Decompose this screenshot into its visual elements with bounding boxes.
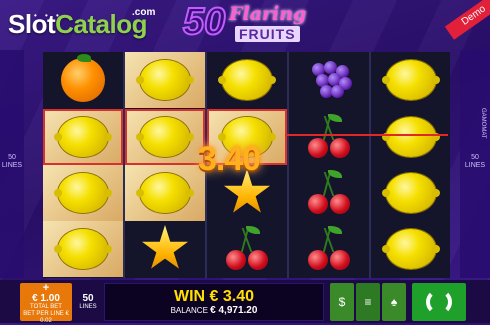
- win-balance-panel: WIN € 3.40 BALANCE € 4,971.20: [104, 283, 324, 321]
- cherry-icon: [306, 170, 352, 216]
- title-word-flaring: Flaring: [229, 3, 307, 25]
- cell-r1-c1: [43, 52, 123, 108]
- reel-5: [371, 52, 450, 278]
- grapes-icon: [306, 57, 352, 103]
- right-lines-label: LINES: [464, 162, 486, 169]
- cell-r2-c4: [289, 109, 369, 165]
- right-lines-number: 50: [471, 154, 479, 161]
- title-word-fruits: FRUITS: [235, 26, 300, 42]
- lines-display: 50 LINES: [76, 283, 100, 321]
- cell-r2-c2: [125, 109, 205, 165]
- win-display: WIN € 3.40: [173, 288, 255, 305]
- reel-2: [125, 52, 205, 278]
- lemon-icon: [218, 60, 276, 100]
- right-lines-panel: GAMOMAT 50 LINES: [460, 50, 490, 278]
- lemon-icon: [54, 173, 112, 213]
- spin-button[interactable]: [412, 283, 466, 321]
- lines-value: 50: [82, 293, 94, 304]
- orange-icon: [61, 54, 105, 102]
- cell-r1-c4: [289, 52, 369, 108]
- money-bag-icon: $: [338, 295, 346, 309]
- gamble-cards-button[interactable]: ♠: [382, 283, 406, 321]
- left-lines-panel: 50 LINES: [0, 50, 24, 278]
- cell-r3-c1: [43, 165, 123, 221]
- logo-com: .com: [132, 7, 156, 18]
- bet-plus-icon: +: [42, 282, 50, 294]
- lines-label: LINES: [79, 304, 97, 310]
- cherry-icon: [224, 226, 270, 272]
- left-lines-label: LINES: [1, 162, 23, 169]
- lemon-icon: [381, 173, 440, 213]
- cell-r3-c2: [125, 165, 205, 221]
- cell-r4-c1: [43, 221, 123, 277]
- cherry-icon: [306, 226, 352, 272]
- cell-r3-c4: [289, 165, 369, 221]
- star-icon: [141, 225, 189, 269]
- cherry-icon: [306, 114, 352, 160]
- left-lines-indicator: 50 LINES: [0, 154, 24, 170]
- cell-r2-c1: [43, 109, 123, 165]
- lemon-icon: [136, 117, 194, 157]
- money-bag-button[interactable]: $: [330, 283, 354, 321]
- title-number: 50: [182, 1, 226, 43]
- cards-icon: ♠: [390, 295, 398, 309]
- slotcatalog-logo: • • • SlotCatalog .com: [8, 5, 155, 45]
- lemon-icon: [136, 60, 194, 100]
- balance-value: € 4,971.20: [210, 305, 258, 316]
- total-bet-button[interactable]: + € 1.00 TOTAL BET BET PER LINE € 0.02: [20, 282, 72, 324]
- cell-r4-c4: [289, 221, 369, 277]
- spin-arrows-icon: [426, 289, 452, 315]
- lemon-icon: [54, 117, 112, 157]
- paytable-icon: ≡: [364, 295, 372, 309]
- lemon-icon: [381, 60, 440, 100]
- cell-r3-c5: [371, 165, 450, 221]
- win-overlay-amount: 3.40: [198, 140, 261, 178]
- winning-payline: [285, 134, 448, 136]
- cell-r2-c5: [371, 109, 450, 165]
- reel-1: [43, 52, 123, 278]
- game-title-logo: 50 Flaring FRUITS: [182, 1, 313, 44]
- cell-r4-c5: [371, 221, 450, 277]
- balance-display: BALANCE € 4,971.20: [105, 306, 323, 316]
- lemon-icon: [381, 117, 440, 157]
- cell-r1-c5: [371, 52, 450, 108]
- lemon-icon: [54, 229, 112, 269]
- logo-dots: • • •: [34, 11, 62, 20]
- lemon-icon: [136, 173, 194, 213]
- balance-label: BALANCE: [170, 306, 208, 315]
- gamomat-brand: GAMOMAT: [480, 108, 486, 139]
- paytable-button[interactable]: ≡: [356, 283, 380, 321]
- bet-label: TOTAL BET: [30, 304, 62, 310]
- reel-4: [289, 52, 369, 278]
- logo-text: SlotCatalog: [8, 11, 147, 37]
- cell-r4-c3: [207, 221, 287, 277]
- lemon-icon: [381, 229, 440, 269]
- right-lines-indicator: 50 LINES: [463, 154, 487, 170]
- left-lines-number: 50: [8, 154, 16, 161]
- cell-r1-c3: [207, 52, 287, 108]
- cell-r1-c2: [125, 52, 205, 108]
- bet-value: € 1.00: [32, 293, 60, 304]
- cell-r4-c2: [125, 221, 205, 277]
